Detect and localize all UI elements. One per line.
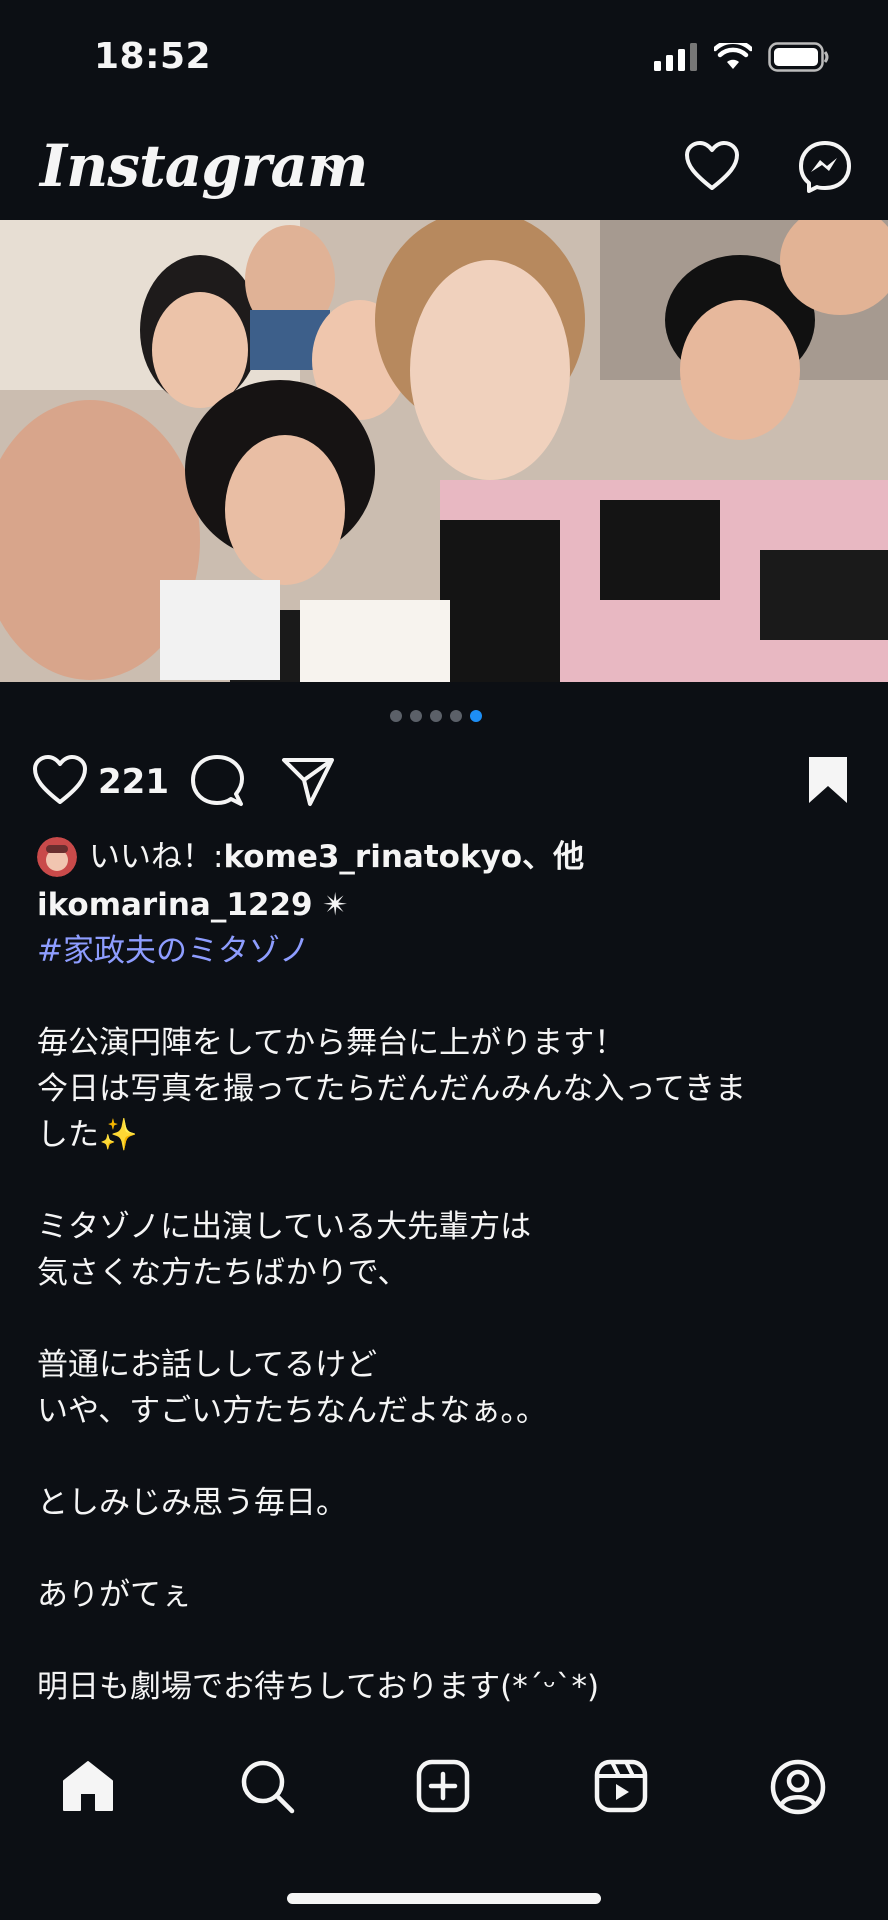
search-icon[interactable] xyxy=(240,1759,296,1815)
caption-line: した✨ xyxy=(37,1117,138,1153)
app-header: Instagram xyxy=(0,110,888,220)
heart-icon[interactable] xyxy=(684,140,740,192)
caption-text: 毎公演円陣をしてから舞台に上がります！ 今日は写真を撮ってたらだんだんみんな入っ… xyxy=(37,1020,857,1710)
share-icon[interactable] xyxy=(280,754,336,808)
cellular-signal-icon xyxy=(654,43,697,71)
caption-line: 気さくな方たちばかりで、 xyxy=(37,1255,409,1291)
carousel-dot-active xyxy=(470,710,482,722)
instagram-logo[interactable]: Instagram xyxy=(40,132,368,200)
author-suffix: ✴ xyxy=(312,887,349,923)
post-actions: 221 xyxy=(0,742,888,822)
carousel-dot xyxy=(450,710,462,722)
like-count[interactable]: 221 xyxy=(98,762,169,802)
caption-line: としみじみ思う毎日。 xyxy=(37,1485,347,1521)
liked-by-row[interactable]: いいね！: kome3_rinatokyo 、他 xyxy=(37,832,857,882)
chevron-down-icon[interactable] xyxy=(320,158,348,178)
home-icon[interactable] xyxy=(60,1759,116,1813)
bookmark-icon[interactable] xyxy=(806,754,850,806)
carousel-indicator xyxy=(390,710,482,722)
caption-line: 普通にお話ししてるけど xyxy=(37,1347,378,1383)
carousel-dot xyxy=(430,710,442,722)
battery-icon xyxy=(768,42,829,72)
status-icons xyxy=(654,42,830,72)
liked-by-user[interactable]: kome3_rinatokyo xyxy=(223,834,522,880)
caption-line: いや、すごい方たちなんだよなぁ。。 xyxy=(37,1393,547,1429)
caption-line: 毎公演円陣をしてから舞台に上がります！ xyxy=(37,1025,626,1061)
status-time: 18:52 xyxy=(94,36,212,77)
bottom-tab-bar xyxy=(0,1729,888,1920)
comment-icon[interactable] xyxy=(190,754,244,808)
home-indicator xyxy=(287,1893,601,1904)
caption-line: ありがてぇ xyxy=(37,1577,192,1613)
carousel-dot xyxy=(410,710,422,722)
caption-line: 明日も劇場でお待ちしております(*´ᵕ`*) xyxy=(37,1669,600,1705)
liked-by-prefix: いいね！: xyxy=(89,839,224,875)
caption-line: 今日は写真を撮ってたらだんだんみんな入ってきま xyxy=(37,1071,746,1107)
liked-by-suffix: 、他 xyxy=(522,839,585,875)
like-heart-icon[interactable] xyxy=(32,754,88,806)
post-photo[interactable] xyxy=(0,220,888,682)
carousel-dot xyxy=(390,710,402,722)
hashtag-link[interactable]: #家政夫のミタゾノ xyxy=(37,928,857,974)
avatar xyxy=(37,837,77,877)
group-selfie-image xyxy=(0,220,888,682)
create-post-icon[interactable] xyxy=(416,1759,470,1813)
author-username[interactable]: ikomarina_1229 xyxy=(37,887,313,923)
post-content: いいね！: kome3_rinatokyo 、他 ikomarina_1229 … xyxy=(37,832,857,1710)
profile-icon[interactable] xyxy=(770,1759,826,1815)
messenger-icon[interactable] xyxy=(798,140,852,194)
reels-icon[interactable] xyxy=(594,1759,648,1813)
wifi-icon xyxy=(714,43,752,69)
author-row: ikomarina_1229 ✴ xyxy=(37,882,857,928)
status-bar: 18:52 xyxy=(0,0,888,110)
caption-line: ミタゾノに出演している大先輩方は xyxy=(37,1209,532,1245)
